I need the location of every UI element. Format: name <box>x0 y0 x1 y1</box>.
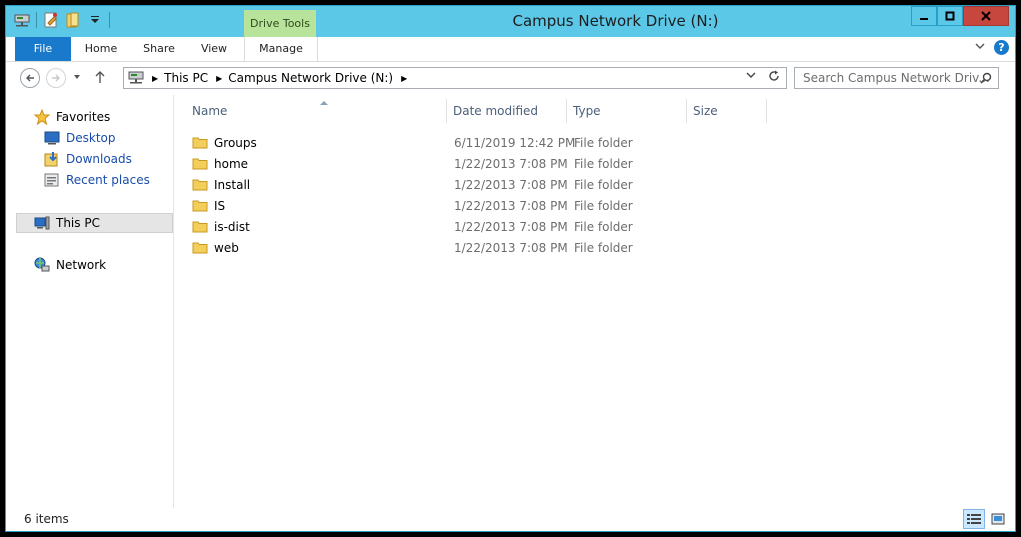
nav-this-pc[interactable]: This PC <box>34 214 100 232</box>
main-content: Favorites Desktop Downloads Recent place… <box>6 95 1015 508</box>
folder-icon <box>192 135 208 152</box>
folder-icon <box>192 156 208 173</box>
breadcrumb-current-drive[interactable]: Campus Network Drive (N:) <box>228 71 393 85</box>
help-icon[interactable]: ? <box>994 40 1009 55</box>
search-placeholder: Search Campus Network Driv... <box>803 71 990 85</box>
up-button[interactable] <box>94 70 106 87</box>
nav-recent-places[interactable]: Recent places <box>44 171 150 189</box>
tab-view[interactable]: View <box>190 37 238 61</box>
file-type: File folder <box>574 157 633 171</box>
maximize-button[interactable] <box>937 6 963 26</box>
item-count: 6 items <box>24 512 69 526</box>
nav-favorites[interactable]: Favorites <box>33 108 111 126</box>
ribbon-tabs: File Home Share View Manage ? <box>6 37 1015 62</box>
file-date: 1/22/2013 7:08 PM <box>454 199 568 213</box>
nav-desktop-label: Desktop <box>66 131 116 145</box>
column-header-size[interactable]: Size <box>687 99 767 123</box>
file-type: File folder <box>574 199 633 213</box>
folder-icon <box>192 219 208 236</box>
refresh-icon[interactable] <box>768 70 780 85</box>
forward-button[interactable] <box>46 68 66 88</box>
file-type: File folder <box>574 220 633 234</box>
large-icons-view-button[interactable] <box>987 509 1009 529</box>
navigation-bar: ▶ This PC ▶ Campus Network Drive (N:) ▶ … <box>6 62 1015 95</box>
breadcrumb-separator-icon[interactable]: ▶ <box>216 74 222 83</box>
downloads-icon <box>44 151 60 167</box>
file-type: File folder <box>574 136 633 150</box>
folder-icon <box>192 177 208 194</box>
nav-downloads-label: Downloads <box>66 152 132 166</box>
file-row[interactable]: IS 1/22/2013 7:08 PM File folder <box>192 196 792 217</box>
breadcrumb-this-pc[interactable]: This PC <box>164 71 208 85</box>
network-drive-icon <box>128 70 144 87</box>
expand-ribbon-icon[interactable] <box>974 40 986 55</box>
file-date: 6/11/2019 12:42 PM <box>454 136 576 150</box>
back-button[interactable] <box>20 68 40 88</box>
address-dropdown-icon[interactable] <box>746 70 756 85</box>
file-row[interactable]: is-dist 1/22/2013 7:08 PM File folder <box>192 217 792 238</box>
view-switcher <box>963 509 1009 529</box>
status-bar: 6 items <box>6 508 1015 531</box>
column-header-type[interactable]: Type <box>567 99 687 123</box>
computer-icon <box>34 215 50 231</box>
file-list: Name Date modified Type Size Groups 6/11… <box>174 95 1015 508</box>
file-name: IS <box>214 199 226 213</box>
file-type: File folder <box>574 241 633 255</box>
breadcrumb-separator-icon[interactable]: ▶ <box>152 74 158 83</box>
nav-network-label: Network <box>56 258 107 272</box>
column-header-date[interactable]: Date modified <box>447 99 567 123</box>
file-date: 1/22/2013 7:08 PM <box>454 178 568 192</box>
file-row[interactable]: home 1/22/2013 7:08 PM File folder <box>192 154 792 175</box>
file-type: File folder <box>574 178 633 192</box>
file-date: 1/22/2013 7:08 PM <box>454 241 568 255</box>
nav-recent-places-label: Recent places <box>66 173 150 187</box>
tab-file[interactable]: File <box>15 37 71 61</box>
file-name: is-dist <box>214 220 250 234</box>
minimize-button[interactable] <box>911 6 937 26</box>
recent-places-icon <box>44 172 60 188</box>
address-bar-controls <box>746 70 780 85</box>
navigation-buttons <box>20 68 106 88</box>
search-input[interactable]: Search Campus Network Driv... <box>794 67 999 89</box>
nav-desktop[interactable]: Desktop <box>44 129 116 147</box>
folder-icon <box>192 198 208 215</box>
file-date: 1/22/2013 7:08 PM <box>454 220 568 234</box>
tab-manage[interactable]: Manage <box>244 37 318 61</box>
star-icon <box>33 108 51 126</box>
file-date: 1/22/2013 7:08 PM <box>454 157 568 171</box>
column-header-name[interactable]: Name <box>186 99 447 123</box>
nav-downloads[interactable]: Downloads <box>44 150 132 168</box>
file-row[interactable]: web 1/22/2013 7:08 PM File folder <box>192 238 792 259</box>
tab-home[interactable]: Home <box>76 37 126 61</box>
navigation-pane: Favorites Desktop Downloads Recent place… <box>6 95 174 508</box>
search-icon[interactable] <box>980 68 992 90</box>
file-name: web <box>214 241 239 255</box>
nav-network[interactable]: Network <box>34 256 106 274</box>
breadcrumb-separator-icon[interactable]: ▶ <box>401 74 407 83</box>
tab-share[interactable]: Share <box>134 37 184 61</box>
file-row[interactable]: Install 1/22/2013 7:08 PM File folder <box>192 175 792 196</box>
address-bar[interactable]: ▶ This PC ▶ Campus Network Drive (N:) ▶ <box>123 67 787 89</box>
file-name: home <box>214 157 249 171</box>
title-bar: Drive Tools Campus Network Drive (N:) <box>6 6 1015 37</box>
network-icon <box>34 257 50 273</box>
nav-favorites-label: Favorites <box>56 110 111 124</box>
column-header-name-label: Name <box>192 104 228 118</box>
desktop-icon <box>44 130 60 146</box>
file-name: Groups <box>214 136 257 150</box>
sort-ascending-icon <box>320 90 328 114</box>
explorer-window: Drive Tools Campus Network Drive (N:) Fi… <box>5 5 1016 532</box>
folder-icon <box>192 240 208 257</box>
file-name: Install <box>214 178 251 192</box>
ribbon-right-controls: ? <box>974 40 1009 55</box>
file-row[interactable]: Groups 6/11/2019 12:42 PM File folder <box>192 133 792 154</box>
nav-this-pc-label: This PC <box>56 216 100 230</box>
window-title: Campus Network Drive (N:) <box>512 12 719 30</box>
close-button[interactable] <box>963 6 1009 26</box>
window-controls <box>911 6 1009 26</box>
details-view-button[interactable] <box>963 509 985 529</box>
recent-locations-icon[interactable] <box>72 71 82 85</box>
